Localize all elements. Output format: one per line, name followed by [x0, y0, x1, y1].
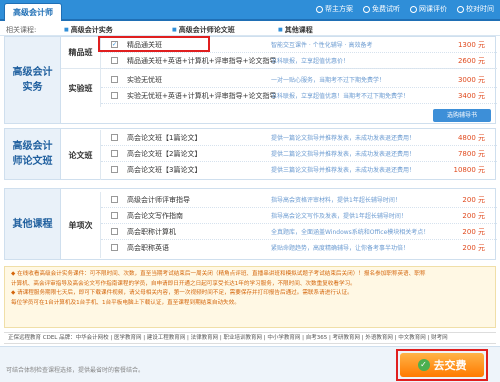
course-price: 4800 元 [457, 134, 485, 142]
course-desc: 全真题库，全面涵盖Windows系统和Office模块相关考点！ [271, 229, 430, 236]
course-price: 3000 元 [457, 76, 485, 84]
course-desc: 一对一贴心服务，当期考不过下期免费学！ [271, 77, 386, 84]
course-checkbox[interactable] [111, 228, 118, 235]
group-name: 论文班 [61, 130, 101, 180]
notice-line: ◆ 在线收看高级会计实务课件：可不限时间、次数，直至当期考试结束后一周关闭（精角… [11, 271, 426, 277]
course-price: 2600 元 [457, 57, 485, 65]
course-name: 实验无忧班+英语+计算机+评审指导+论文指导 [127, 92, 277, 100]
course-checkbox[interactable] [111, 150, 118, 157]
category-item-0[interactable]: 高级会计实务 [64, 25, 113, 35]
course-name: 高会论文写作指南 [127, 212, 183, 220]
category-item-1[interactable]: 高级会计师论文班 [172, 25, 235, 35]
header-link-0[interactable]: 帮主方案 [316, 4, 353, 14]
notice-line: 计算机、高会评审指导及高会论文写作指南课程的学员，自申请即日开通之日起可享受长达… [11, 280, 356, 287]
course-name: 高会论文班【2篇论文】 [127, 150, 202, 158]
course-price: 200 元 [462, 244, 485, 252]
pay-button-label: 去交费 [433, 359, 467, 372]
course-checkbox[interactable] [111, 244, 118, 251]
group-name: 实验班 [61, 69, 101, 107]
course-name: 高会论文班【1篇论文】 [127, 134, 202, 142]
section-thesis: 高级会计 师论文班 论文班 高会论文班【1篇论文】 提供一篇论文指导并推荐发表，未… [4, 128, 497, 180]
category-row: 相关课程: 高级会计实务 高级会计师论文班 其他课程 [0, 23, 500, 36]
course-checkbox[interactable] [111, 57, 118, 64]
course-desc: 提供二篇论文指导并推荐发表，未成功发表退还费用！ [271, 151, 416, 158]
course-desc: 提供三篇论文指导并推荐发表，未成功发表退还费用！ [271, 167, 416, 174]
section-title: 其他课程 [5, 189, 61, 259]
course-checkbox[interactable] [111, 76, 118, 83]
course-checkbox[interactable] [111, 196, 118, 203]
course-row[interactable]: 高级会计师评审指导 指导高会资格评审材料，提供1年超长辅导时间！ 200 元 [101, 192, 497, 208]
buy-books-button[interactable]: 选购辅导书 [433, 109, 491, 122]
header-link-2[interactable]: 网课评价 [410, 4, 447, 14]
course-price: 10800 元 [453, 166, 486, 174]
course-price: 200 元 [462, 212, 485, 220]
course-desc: 指导高会论文写作及发表，提供1年超长辅导时间！ [271, 213, 407, 220]
course-row[interactable]: 高会论文写作指南 指导高会论文写作及发表，提供1年超长辅导时间！ 200 元 [101, 208, 497, 224]
selection-highlight [98, 36, 210, 52]
course-name: 精品通关班+英语+计算机+评审指导+论文指导 [127, 57, 277, 65]
course-name: 高级会计师评审指导 [127, 196, 190, 204]
course-row[interactable]: 精品通关班+英语+计算机+评审指导+论文指导 五科联报，立享超值优惠价！ 260… [101, 53, 497, 69]
group-single: 单项次 高级会计师评审指导 指导高会资格评审材料，提供1年超长辅导时间！ 200… [61, 192, 497, 258]
comment-icon [410, 5, 417, 13]
course-price: 200 元 [462, 228, 485, 236]
course-name: 高会职称计算机 [127, 228, 176, 236]
cart-icon [316, 5, 323, 13]
course-checkbox[interactable] [111, 212, 118, 219]
course-row[interactable]: 实验无忧班 一对一贴心服务，当期考不过下期免费学！ 3000 元 [101, 72, 497, 88]
check-icon: ✓ [417, 359, 430, 371]
pay-highlight: ✓ 去交费 [396, 349, 488, 381]
notice-line: ◆ 请课程服务期限七天后，即可下载课件视频，请父母相关内容，第一次视频时间不足，… [11, 290, 353, 296]
group-experiment: 实验班 实验无忧班 一对一贴心服务，当期考不过下期免费学！ 3000 元 实验无… [61, 69, 497, 107]
section-senior-practice: 高级会计 实务 精品班 ✓ 精品通关班 智能交互课件 · 个性化辅导 · 高效备考… [4, 36, 497, 124]
course-desc: 紧贴命题趋势，高度精确辅导，让你备考事半功倍！ [271, 245, 410, 252]
course-desc: 提供一篇论文指导并推荐发表，未成功发表退还费用！ [271, 135, 416, 142]
course-name: 高会论文班【3篇论文】 [127, 166, 202, 174]
tab-senior-accountant[interactable]: 高级会计师 [4, 3, 62, 21]
course-checkbox[interactable] [111, 134, 118, 141]
course-price: 3400 元 [457, 92, 485, 100]
course-price: 200 元 [462, 196, 485, 204]
course-desc: 智能交互课件 · 个性化辅导 · 高效备考 [271, 42, 373, 49]
course-row[interactable]: 高会论文班【1篇论文】 提供一篇论文指导并推荐发表，未成功发表退还费用！ 480… [101, 130, 497, 146]
header-bar: 高级会计师 帮主方案 免费试听 网课评价 校对时间 [0, 0, 500, 21]
course-desc: 指导高会资格评审材料，提供1年超长辅导时间！ [271, 197, 401, 204]
header-link-1[interactable]: 免费试听 [363, 4, 400, 14]
course-row[interactable]: 高会论文班【2篇论文】 提供二篇论文指导并推荐发表，未成功发表退还费用！ 780… [101, 146, 497, 162]
category-item-2[interactable]: 其他课程 [278, 25, 313, 35]
group-thesis: 论文班 高会论文班【1篇论文】 提供一篇论文指导并推荐发表，未成功发表退还费用！… [61, 130, 497, 180]
course-name: 实验无忧班 [127, 76, 162, 84]
course-checkbox[interactable] [111, 92, 118, 99]
group-name: 精品班 [61, 37, 101, 68]
course-desc: 五科联报，立享超值优惠价！ [271, 58, 350, 65]
play-icon [363, 5, 370, 13]
course-checkbox[interactable] [111, 166, 118, 173]
course-row[interactable]: 实验无忧班+英语+计算机+评审指导+论文指导 五科联报，立享超值优惠！当期考不过… [101, 88, 497, 104]
course-desc: 五科联报，立享超值优惠！当期考不过下期免费学！ [271, 93, 410, 100]
section-title: 高级会计 师论文班 [5, 129, 61, 179]
partner-links[interactable]: 正保远程教育 CDEL 品牌：中华会计网校 | 医学教育网 | 建设工程教育网 … [4, 332, 496, 344]
header-links: 帮主方案 免费试听 网课评价 校对时间 [316, 4, 494, 14]
notice-line: 每位学员可在1台计算机及1台手机、1台平板电脑上下载认证，直至课程到期结束自动失… [11, 299, 240, 306]
course-row[interactable]: 高会论文班【3篇论文】 提供三篇论文指导并推荐发表，未成功发表退还费用！ 108… [101, 162, 497, 178]
group-name: 单项次 [61, 192, 101, 258]
notice-box: ◆ 在线收看高级会计实务课件：可不限时间、次数，直至当期考试结束后一周关闭（精角… [4, 266, 496, 328]
course-name: 高会职称英语 [127, 244, 169, 252]
course-row[interactable]: 高会职称计算机 全真题库，全面涵盖Windows系统和Office模块相关考点！… [101, 224, 497, 240]
course-price: 1300 元 [457, 41, 485, 49]
pay-button[interactable]: ✓ 去交费 [400, 353, 484, 377]
header-link-3[interactable]: 校对时间 [457, 4, 494, 14]
clock-icon [457, 5, 464, 13]
course-price: 7800 元 [457, 150, 485, 158]
course-row[interactable]: 高会职称英语 紧贴命题趋势，高度精确辅导，让你备考事半功倍！ 200 元 [101, 240, 497, 256]
bottom-bar: 可结合体制检查课程选择，提供最省时的套餐结合。 ✓ 去交费 [0, 346, 500, 382]
section-other: 其他课程 单项次 高级会计师评审指导 指导高会资格评审材料，提供1年超长辅导时间… [4, 188, 497, 260]
section-title: 高级会计 实务 [5, 37, 61, 123]
bottom-hint: 可结合体制检查课程选择，提供最省时的套餐结合。 [6, 367, 145, 374]
category-label: 相关课程: [6, 26, 37, 34]
